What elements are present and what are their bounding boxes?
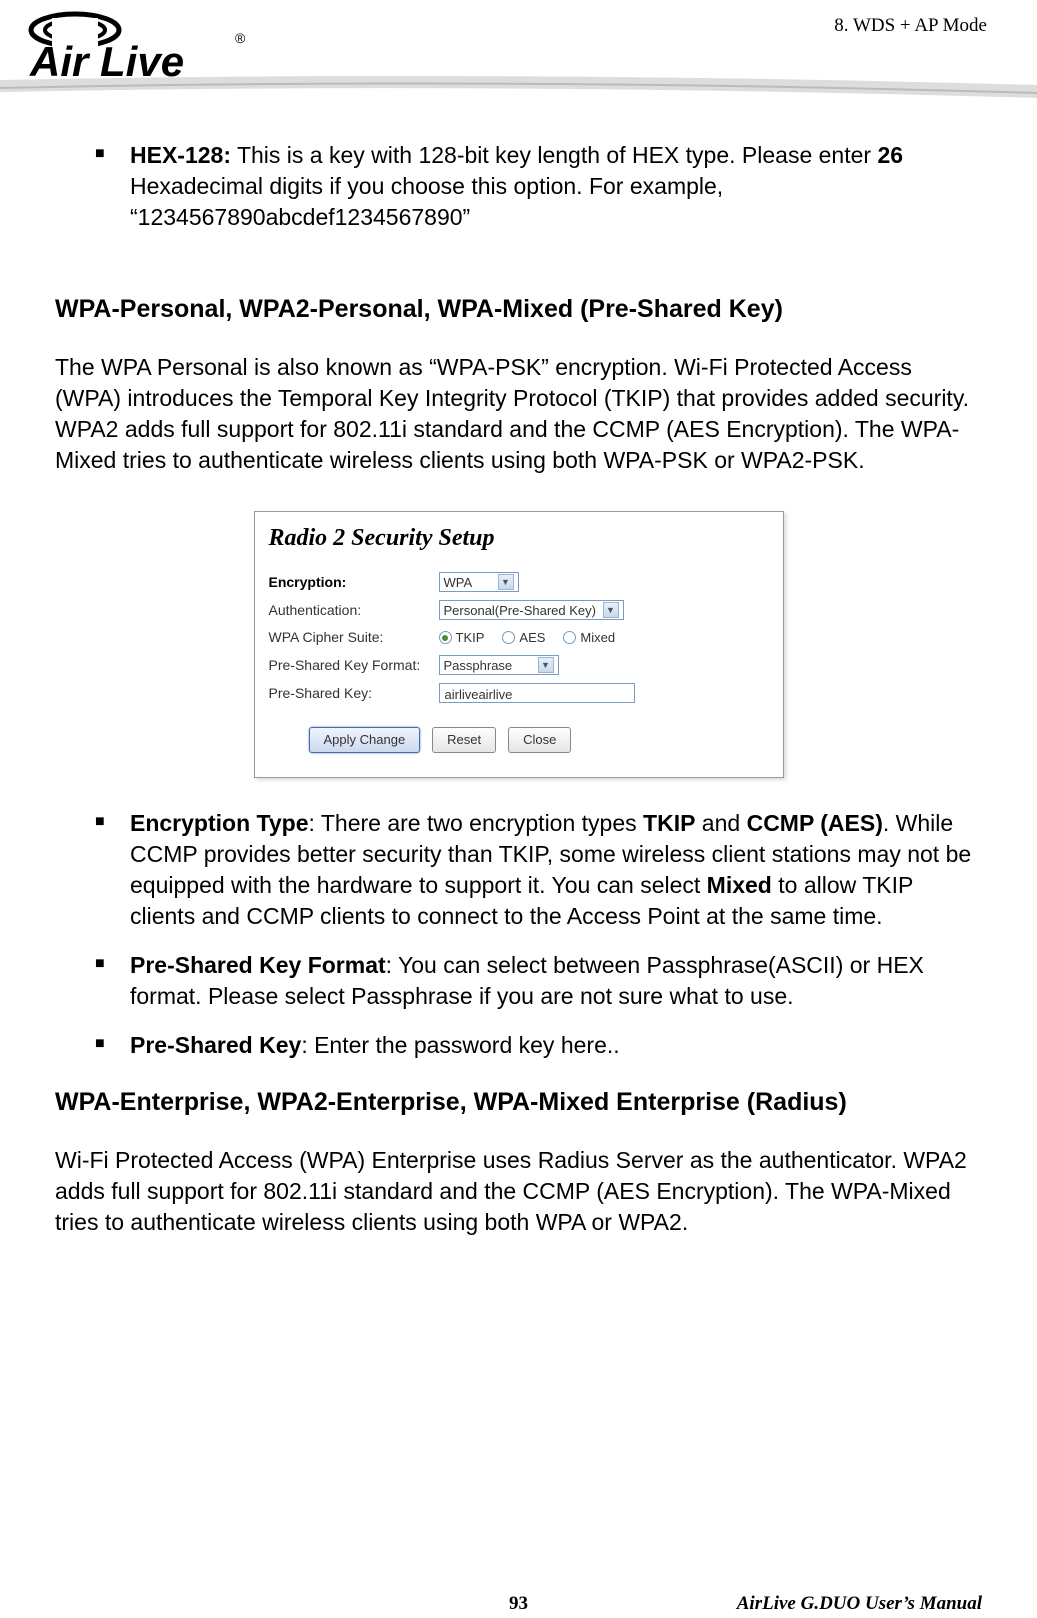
- wpa-personal-para: The WPA Personal is also known as “WPA-P…: [55, 352, 982, 476]
- hex128-label: HEX-128:: [130, 142, 231, 168]
- radio-icon: [563, 631, 576, 644]
- auth-row: Authentication: Personal(Pre-Shared Key)…: [269, 600, 769, 620]
- psk-input[interactable]: airliveairlive: [439, 683, 635, 703]
- page-content: HEX-128: This is a key with 128-bit key …: [0, 120, 1037, 1238]
- cipher-row: WPA Cipher Suite: TKIP AES Mixed: [269, 628, 769, 647]
- psk-label: Pre-Shared Key:: [269, 684, 439, 703]
- radio-icon: [502, 631, 515, 644]
- wpa-personal-heading: WPA-Personal, WPA2-Personal, WPA-Mixed (…: [55, 293, 982, 327]
- encryption-label: Encryption:: [269, 573, 439, 592]
- encryption-select[interactable]: WPA ▼: [439, 572, 519, 592]
- psk-format-select[interactable]: Passphrase ▼: [439, 655, 559, 675]
- manual-title: AirLive G.DUO User’s Manual: [737, 1593, 982, 1615]
- auth-label: Authentication:: [269, 601, 439, 620]
- hex128-list: HEX-128: This is a key with 128-bit key …: [95, 140, 982, 233]
- radio-mixed[interactable]: Mixed: [563, 629, 615, 647]
- svg-text:®: ®: [235, 30, 246, 46]
- radio-aes[interactable]: AES: [502, 629, 545, 647]
- section-label: 8. WDS + AP Mode: [834, 15, 987, 37]
- radio-tkip[interactable]: TKIP: [439, 629, 485, 647]
- psk-format-item: Pre-Shared Key Format: You can select be…: [95, 950, 982, 1012]
- radio-icon: [439, 631, 452, 644]
- hex128-item: HEX-128: This is a key with 128-bit key …: [95, 140, 982, 233]
- screenshot-body: Encryption: WPA ▼ Authentication: Person…: [255, 572, 783, 776]
- wpa-options-list: Encryption Type: There are two encryptio…: [95, 808, 982, 1061]
- encryption-type-item: Encryption Type: There are two encryptio…: [95, 808, 982, 932]
- chevron-down-icon: ▼: [498, 574, 514, 590]
- psk-format-label: Pre-Shared Key Format:: [269, 656, 439, 675]
- reset-button[interactable]: Reset: [432, 727, 496, 753]
- encryption-row: Encryption: WPA ▼: [269, 572, 769, 592]
- page-header: 8. WDS + AP Mode Air Live ®: [0, 0, 1037, 120]
- screenshot-title: Radio 2 Security Setup: [255, 512, 783, 572]
- chevron-down-icon: ▼: [603, 602, 619, 618]
- auth-select[interactable]: Personal(Pre-Shared Key) ▼: [439, 600, 624, 620]
- cipher-label: WPA Cipher Suite:: [269, 628, 439, 647]
- chevron-down-icon: ▼: [538, 657, 554, 673]
- wpa-enterprise-para: Wi-Fi Protected Access (WPA) Enterprise …: [55, 1145, 982, 1238]
- header-swoosh: [0, 70, 1037, 120]
- security-setup-screenshot: Radio 2 Security Setup Encryption: WPA ▼…: [254, 511, 784, 778]
- psk-item: Pre-Shared Key: Enter the password key h…: [95, 1030, 982, 1061]
- apply-change-button[interactable]: Apply Change: [309, 727, 421, 753]
- button-row: Apply Change Reset Close: [269, 727, 769, 767]
- page-number: 93: [509, 1593, 528, 1615]
- close-button[interactable]: Close: [508, 727, 571, 753]
- psk-format-row: Pre-Shared Key Format: Passphrase ▼: [269, 655, 769, 675]
- psk-row: Pre-Shared Key: airliveairlive: [269, 683, 769, 703]
- cipher-radio-group: TKIP AES Mixed: [439, 629, 616, 647]
- wpa-enterprise-heading: WPA-Enterprise, WPA2-Enterprise, WPA-Mix…: [55, 1086, 982, 1120]
